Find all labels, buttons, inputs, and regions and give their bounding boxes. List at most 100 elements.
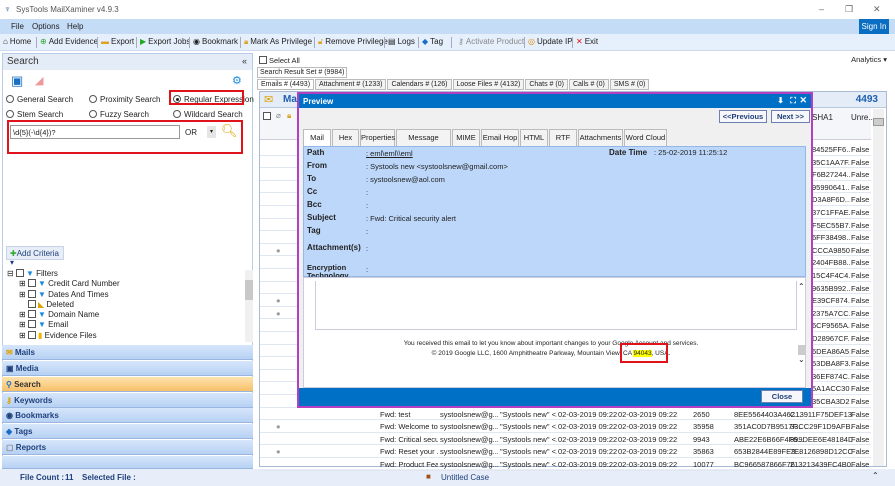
save-icon[interactable]: ▣: [11, 73, 23, 89]
preview-tab[interactable]: Hex: [332, 129, 359, 146]
filter-domain[interactable]: ⊞ ▼ Domain Name: [7, 310, 247, 320]
export-jobs-button[interactable]: ▶ Export Jobs: [140, 37, 190, 46]
close-window-button[interactable]: ✕: [873, 4, 881, 15]
preview-tab[interactable]: Email Hop: [481, 129, 519, 146]
exit-button[interactable]: ✕ Exit: [576, 37, 598, 46]
nav-overflow[interactable]: [2, 456, 253, 469]
mark-privilege-button[interactable]: 🔒︎ Mark As Privilege: [244, 37, 312, 47]
radio-proximity-search[interactable]: Proximity Search: [89, 95, 160, 104]
result-tab[interactable]: Emails # (4493): [257, 79, 315, 90]
table-row[interactable]: ● Fwd: Welcome to... systoolsnew@g... "Syst…: [260, 420, 871, 433]
select-all-checkbox[interactable]: Select All: [259, 56, 300, 65]
sign-in-button[interactable]: Sign In: [859, 19, 889, 34]
table-row[interactable]: Fwd: Critical secu...systoolsnew@g..."Sy…: [260, 433, 871, 446]
radio-fuzzy-search[interactable]: Fuzzy Search: [89, 110, 149, 119]
remove-privilege-button[interactable]: 🔓︎ Remove Privilege: [318, 37, 388, 47]
preview-tab[interactable]: Mail: [303, 129, 331, 146]
result-tab[interactable]: Chats # (0): [525, 79, 568, 90]
filter-dates[interactable]: ⊞ ▼ Dates And Times: [7, 289, 247, 300]
field-value[interactable]: : eml\eml\\eml: [366, 149, 413, 158]
preview-tab[interactable]: RTF: [549, 129, 577, 146]
table-row[interactable]: Fwd: Product Fea...systoolsnew@g..."Syst…: [260, 458, 871, 471]
case-name: Untitled Case: [441, 473, 490, 482]
maximize-button[interactable]: ❐: [845, 4, 853, 15]
filter-credit-card[interactable]: ⊞ ▼ Credit Card Number: [7, 279, 247, 289]
cell-from: systoolsnew@g...: [440, 460, 498, 469]
radio-wildcard-search[interactable]: Wildcard Search: [173, 110, 243, 119]
column-unread[interactable]: Unre...: [851, 113, 875, 122]
cell-sha1: 35C1AA7F...: [812, 157, 850, 167]
activate-product-button[interactable]: ⚷ Activate Product: [458, 37, 524, 46]
cell-from: systoolsnew@g...: [440, 409, 498, 419]
preview-tab[interactable]: Attachments: [578, 129, 623, 146]
table-row[interactable]: Fwd: test systoolsnew@g... "Systools new" …: [260, 408, 871, 421]
close-button[interactable]: Close: [761, 390, 803, 403]
menu-options[interactable]: Options: [32, 22, 60, 31]
body-scrollbar[interactable]: ⌃ ⌄: [798, 282, 806, 382]
media-icon: ▣: [6, 364, 14, 373]
radio-stem-search[interactable]: Stem Search: [6, 110, 63, 119]
search-icon: ⚲: [6, 380, 12, 389]
attachment-column-icon: ⌀: [276, 111, 281, 120]
filter-email[interactable]: ⊞ ▼ Email: [7, 320, 247, 330]
preview-tab[interactable]: Word Cloud: [624, 129, 667, 146]
grid-scrollbar[interactable]: [873, 109, 884, 466]
result-tab[interactable]: Calendars # (126): [387, 79, 452, 90]
preview-tab[interactable]: Properties: [360, 129, 395, 146]
preview-tab[interactable]: MIME: [452, 129, 480, 146]
next-button[interactable]: Next >>: [771, 110, 810, 123]
column-sha1[interactable]: SHA1: [812, 113, 833, 122]
result-tab[interactable]: Loose Files # (4132): [452, 79, 525, 90]
update-ip-button[interactable]: ◎ Update IP: [528, 37, 573, 46]
expand-up-icon[interactable]: ⌃: [872, 471, 879, 480]
collapse-panel-button[interactable]: «: [242, 56, 247, 66]
radio-general-search[interactable]: General Search: [6, 95, 73, 104]
field-value: :: [366, 244, 369, 253]
header-checkbox[interactable]: [263, 112, 273, 121]
filter-deleted[interactable]: ◣ Deleted: [7, 299, 247, 310]
table-row[interactable]: ● Fwd: Reset your ... systoolsnew@g... "Sys…: [260, 445, 871, 459]
result-tab[interactable]: SMS # (0): [609, 79, 650, 90]
bookmark-button[interactable]: ◉ Bookmark: [193, 37, 238, 46]
eraser-icon[interactable]: ◢: [35, 74, 43, 87]
home-icon: ⌂: [3, 37, 8, 46]
briefcase-icon: ■: [426, 472, 431, 481]
nav-keywords[interactable]: ⚷ Keywords: [2, 393, 253, 408]
minimize-button[interactable]: –: [819, 4, 824, 14]
previous-button[interactable]: <<Previous: [719, 110, 767, 123]
cell-unread: False: [851, 308, 870, 318]
nav-reports[interactable]: ▢ Reports: [2, 440, 253, 455]
tag-button[interactable]: ◆ Tag: [422, 37, 443, 46]
add-criteria-button[interactable]: ✚Add Criteria ▾: [6, 246, 64, 267]
close-icon[interactable]: ✕: [799, 95, 807, 106]
tab-result-set[interactable]: Search Result Set # (9984): [257, 67, 348, 78]
title-bar: ♆ SysTools MailXaminer v4.9.3 – ❐ ✕: [0, 0, 895, 19]
nav-mails[interactable]: ✉ Mails: [2, 345, 253, 360]
nav-tags[interactable]: ◆ Tags: [2, 424, 253, 439]
menu-help[interactable]: Help: [67, 22, 83, 31]
cell-unread: False: [851, 359, 870, 369]
lock-column-icon: 🔒︎: [287, 111, 292, 120]
add-evidence-button[interactable]: ⊕ Add Evidence: [40, 37, 98, 46]
nav-search[interactable]: ⚲ Search: [2, 377, 253, 392]
logs-button[interactable]: ▤ Logs: [388, 37, 415, 46]
mail-header-fields: Path: eml\eml\\eml From: Systools new <sy…: [303, 146, 806, 280]
result-tab[interactable]: Calls # (0): [568, 79, 609, 90]
preview-tab[interactable]: Message Header: [396, 129, 451, 158]
filters-scrollbar[interactable]: [245, 270, 253, 342]
preview-tab[interactable]: HTML: [520, 129, 548, 146]
nav-bookmarks[interactable]: ◉ Bookmarks: [2, 408, 253, 423]
nav-media[interactable]: ▣ Media: [2, 361, 253, 376]
pin-icon[interactable]: ⬇: [777, 96, 784, 105]
export-button[interactable]: ▬ Export: [101, 37, 134, 46]
cell-sha1: F6B27244...: [812, 170, 850, 180]
home-button[interactable]: ⌂ Home: [3, 37, 31, 46]
maximize-icon[interactable]: ⛶: [790, 96, 796, 106]
filter-root[interactable]: ⊟ ▼ Filters: [7, 269, 247, 279]
filter-evidence-files[interactable]: ⊞ ▮ Evidence Files: [7, 330, 247, 341]
menu-file[interactable]: File: [11, 22, 24, 31]
analytics-dropdown[interactable]: Analytics ▾: [849, 55, 889, 64]
result-tab[interactable]: Attachment # (1233): [315, 79, 387, 90]
settings-gear-icon[interactable]: ⚙: [232, 74, 242, 87]
cell-to: "Systools new" <...: [500, 434, 557, 444]
